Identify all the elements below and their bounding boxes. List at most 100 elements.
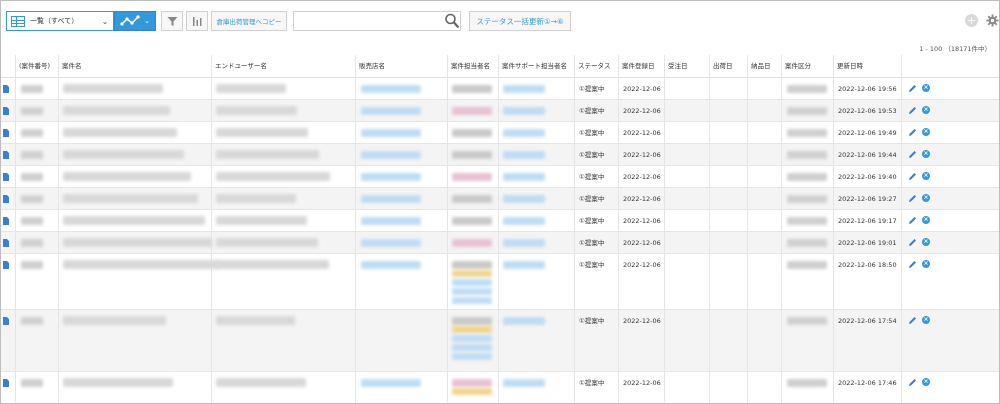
doc-icon[interactable]	[3, 239, 9, 247]
column-header[interactable]: 案件登録日	[618, 55, 664, 78]
redacted-text	[21, 217, 43, 225]
pencil-icon[interactable]	[908, 378, 917, 387]
redacted-text	[21, 151, 43, 159]
table-cell	[901, 166, 902, 187]
column-header[interactable]: (案件番号)	[15, 55, 58, 78]
doc-icon[interactable]	[3, 129, 9, 137]
table-cell	[618, 210, 619, 231]
column-header[interactable]: 販売店名	[355, 55, 447, 78]
table-cell	[833, 78, 834, 99]
column-header[interactable]: 受注日	[664, 55, 709, 78]
doc-icon[interactable]	[3, 107, 9, 115]
table-cell	[747, 372, 748, 403]
doc-icon[interactable]	[3, 173, 9, 181]
table-row[interactable]: ①提案中 2022-12-06 2022-12-06 19:53 ×	[1, 100, 999, 122]
table-cell	[664, 144, 665, 165]
gear-icon[interactable]	[986, 14, 999, 27]
pencil-icon[interactable]	[908, 238, 917, 247]
close-icon[interactable]: ×	[922, 378, 930, 386]
table-cell	[833, 188, 834, 209]
filter-button[interactable]	[161, 11, 183, 31]
table-row[interactable]: ①提案中 2022-12-06 2022-12-06 19:27 ×	[1, 188, 999, 210]
column-header[interactable]: エンドユーザー名	[211, 55, 355, 78]
table-row[interactable]: ①提案中 2022-12-06 2022-12-06 17:54 ×	[1, 310, 999, 372]
table-cell	[833, 254, 834, 309]
doc-icon[interactable]	[3, 195, 9, 203]
table-cell	[498, 310, 499, 371]
redacted-text	[452, 151, 492, 159]
doc-icon[interactable]	[3, 379, 9, 387]
column-header[interactable]: 案件担当者名	[447, 55, 498, 78]
redacted-text	[787, 217, 827, 225]
search-icon[interactable]	[444, 12, 460, 30]
pencil-icon[interactable]	[908, 150, 917, 159]
pencil-icon[interactable]	[908, 316, 917, 325]
table-cell	[618, 188, 619, 209]
table-cell	[574, 188, 575, 209]
table-row[interactable]: ①提案中 2022-12-06 2022-12-06 19:01 ×	[1, 232, 999, 254]
close-icon[interactable]: ×	[922, 194, 930, 202]
close-icon[interactable]: ×	[922, 106, 930, 114]
plus-icon[interactable]: +	[965, 14, 978, 27]
redacted-text	[216, 260, 329, 269]
copy-to-warehouse-button[interactable]: 倉庫出荷管理へコピー	[211, 11, 287, 31]
table-cell	[618, 166, 619, 187]
table-row[interactable]: ①提案中 2022-12-06 2022-12-06 17:46 ×	[1, 372, 999, 403]
pencil-icon[interactable]	[908, 260, 917, 269]
doc-icon[interactable]	[3, 217, 9, 225]
doc-icon[interactable]	[3, 317, 9, 325]
doc-icon[interactable]	[3, 151, 9, 159]
table-cell	[447, 210, 448, 231]
doc-icon[interactable]	[3, 261, 9, 269]
redacted-text	[21, 261, 43, 269]
table-cell	[618, 144, 619, 165]
table-cell	[747, 310, 748, 371]
column-header[interactable]: 案件区分	[781, 55, 833, 78]
table-row[interactable]: ①提案中 2022-12-06 2022-12-06 19:40 ×	[1, 166, 999, 188]
pencil-icon[interactable]	[908, 194, 917, 203]
table-row[interactable]: ①提案中 2022-12-06 2022-12-06 19:49 ×	[1, 122, 999, 144]
pencil-icon[interactable]	[908, 128, 917, 137]
table-cell	[58, 232, 59, 253]
close-icon[interactable]: ×	[922, 216, 930, 224]
close-icon[interactable]: ×	[922, 84, 930, 92]
pencil-icon[interactable]	[908, 216, 917, 225]
column-header[interactable]: ステータス	[574, 55, 618, 78]
table-cell	[58, 100, 59, 121]
close-icon[interactable]: ×	[922, 238, 930, 246]
graph-button[interactable]: ⌄	[114, 11, 156, 31]
column-header[interactable]: 出荷日	[709, 55, 747, 78]
table-row[interactable]: ①提案中 2022-12-06 2022-12-06 19:44 ×	[1, 144, 999, 166]
table-row[interactable]: ①提案中 2022-12-06 2022-12-06 19:56 ×	[1, 78, 999, 100]
view-select[interactable]: 一覧（すべて） ⌄	[6, 11, 114, 31]
table-row[interactable]: ①提案中 2022-12-06 2022-12-06 19:17 ×	[1, 210, 999, 232]
pencil-icon[interactable]	[908, 172, 917, 181]
close-icon[interactable]: ×	[922, 150, 930, 158]
pencil-icon[interactable]	[908, 84, 917, 93]
chart-settings-button[interactable]	[186, 11, 208, 31]
status-bulk-update-button[interactable]: ステータス一括更新①→⑥	[469, 11, 571, 31]
table-row[interactable]: ①提案中 2022-12-06 2022-12-06 18:50 ×	[1, 254, 999, 310]
pencil-icon[interactable]	[908, 106, 917, 115]
redacted-text	[452, 388, 492, 395]
close-icon[interactable]: ×	[922, 128, 930, 136]
redacted-text	[452, 239, 492, 247]
updated-datetime-text: 2022-12-06 19:17	[838, 217, 897, 225]
status-text: ①提案中	[579, 261, 605, 269]
table-cell	[664, 122, 665, 143]
column-header[interactable]: 案件名	[58, 55, 211, 78]
table-cell	[618, 78, 619, 99]
registered-date-text: 2022-12-06	[623, 129, 661, 137]
search-input[interactable]	[293, 11, 461, 31]
redacted-text	[361, 151, 421, 159]
column-header[interactable]: 案件サポート担当者名	[498, 55, 574, 78]
registered-date-text: 2022-12-06	[623, 261, 661, 269]
doc-icon[interactable]	[3, 85, 9, 93]
close-icon[interactable]: ×	[922, 316, 930, 324]
column-header[interactable]: 更新日時	[833, 55, 901, 78]
redacted-text	[452, 217, 492, 225]
close-icon[interactable]: ×	[922, 260, 930, 268]
redacted-text	[787, 107, 827, 115]
column-header[interactable]: 納品日	[747, 55, 781, 78]
close-icon[interactable]: ×	[922, 172, 930, 180]
